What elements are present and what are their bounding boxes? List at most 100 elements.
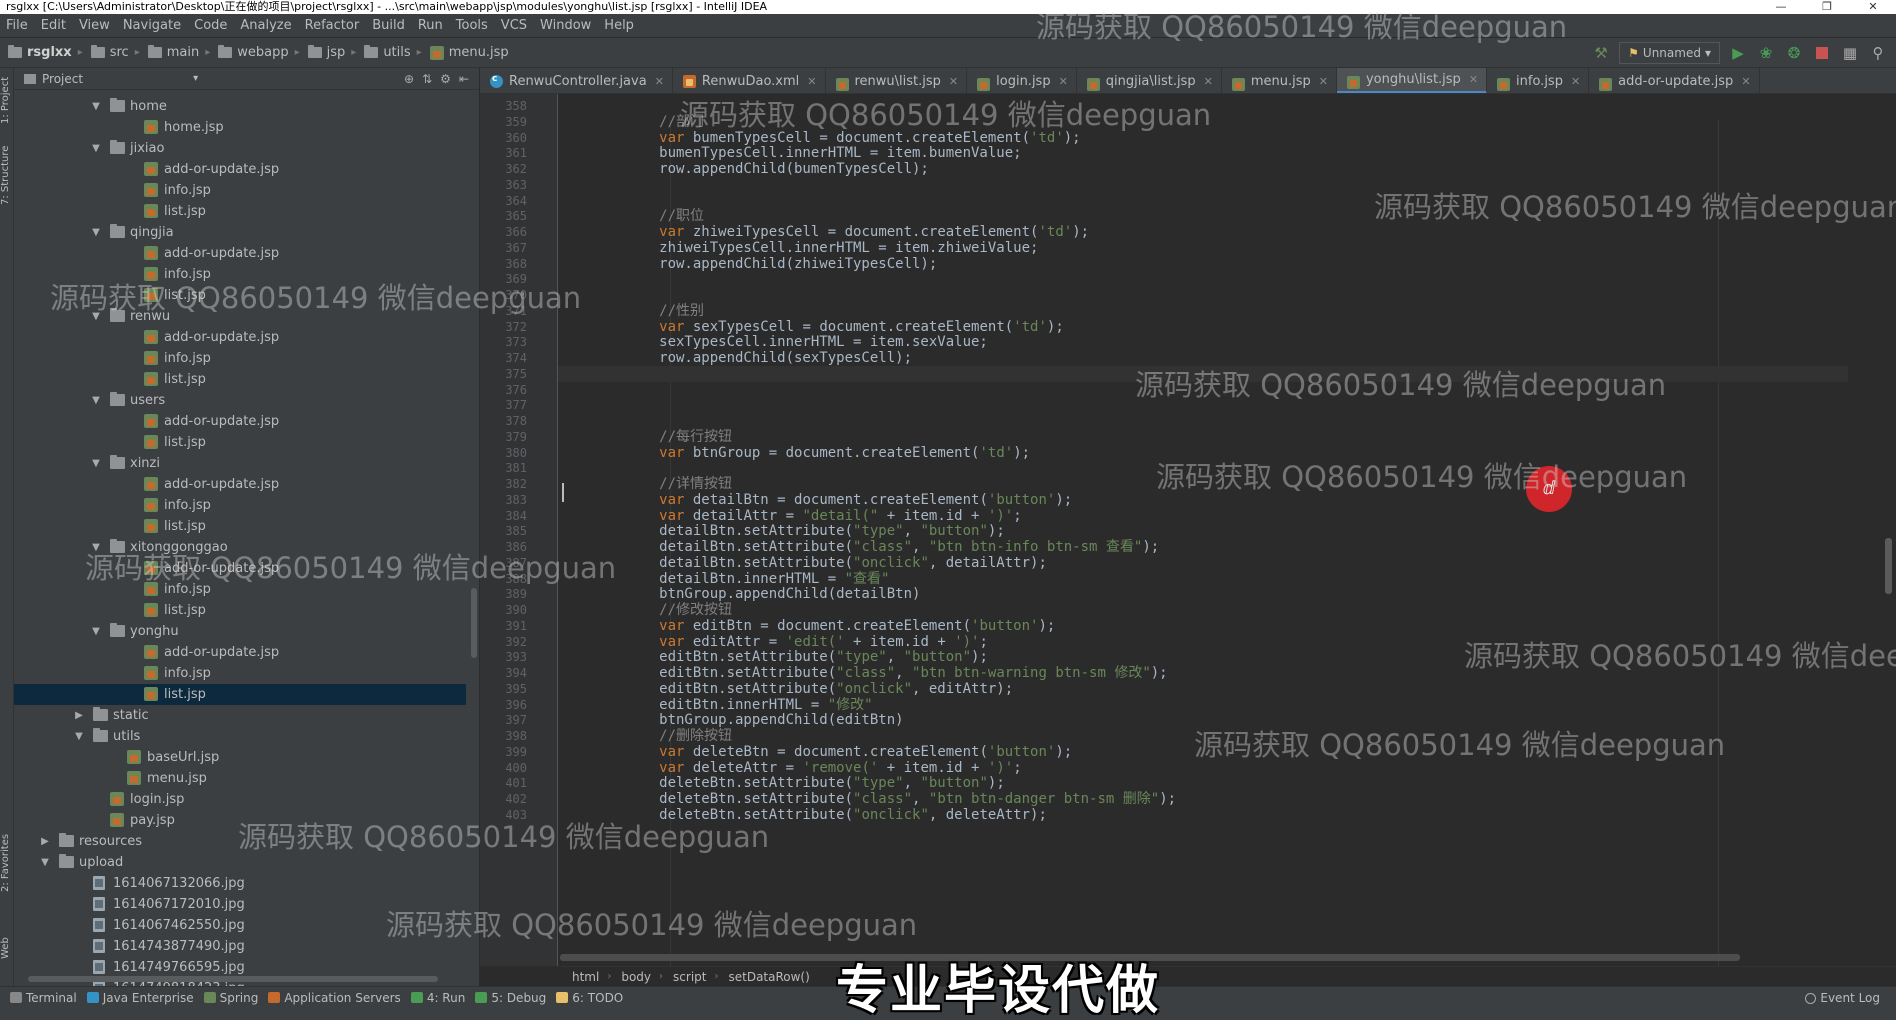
close-tab-icon[interactable]: ✕	[949, 75, 958, 88]
tree-file[interactable]: baseUrl.jsp	[14, 747, 466, 768]
tree-file[interactable]: list.jsp	[14, 684, 466, 705]
menu-item-build[interactable]: Build	[366, 18, 412, 33]
code-line[interactable]: var detailAttr = "detail(" + item.id + '…	[558, 508, 1848, 524]
build-icon[interactable]: ⚒	[1591, 43, 1611, 63]
close-tab-icon[interactable]: ✕	[655, 75, 664, 88]
menu-item-view[interactable]: View	[73, 18, 117, 33]
tool-button-application-servers[interactable]: Application Servers	[268, 991, 401, 1005]
code-line[interactable]	[558, 460, 1848, 476]
tree-file[interactable]: info.jsp	[14, 264, 466, 285]
code-line[interactable]: var deleteAttr = 'remove(' + item.id + '…	[558, 760, 1848, 776]
chevron-down-icon[interactable]: ▾	[193, 73, 198, 84]
menu-item-window[interactable]: Window	[534, 18, 598, 33]
code-line[interactable]: deleteBtn.setAttribute("onclick", delete…	[558, 807, 1848, 823]
editor-tab[interactable]: RenwuDao.xml ✕	[673, 68, 826, 93]
chevron-down-icon[interactable]: ▼	[90, 222, 102, 243]
close-icon[interactable]: ✕	[1850, 0, 1896, 14]
chevron-down-icon[interactable]: ▼	[90, 621, 102, 642]
tree-file[interactable]: menu.jsp	[14, 768, 466, 789]
editor-tab[interactable]: renwu\list.jsp ✕	[826, 68, 968, 93]
tool-button-java-enterprise[interactable]: Java Enterprise	[86, 991, 194, 1005]
code-line[interactable]: row.appendChild(bumenTypesCell);	[558, 161, 1848, 177]
code-line[interactable]: detailBtn.setAttribute("onclick", detail…	[558, 555, 1848, 571]
tree-file[interactable]: info.jsp	[14, 180, 466, 201]
tree-file[interactable]: add-or-update.jsp	[14, 327, 466, 348]
editor-tab[interactable]: login.jsp ✕	[967, 68, 1077, 93]
tree-file[interactable]: add-or-update.jsp	[14, 642, 466, 663]
tree-folder[interactable]: ▼ upload	[14, 852, 466, 873]
tree-file[interactable]: list.jsp	[14, 201, 466, 222]
side-tab-structure[interactable]: 7: Structure	[0, 140, 14, 210]
code-line[interactable]	[558, 397, 1848, 413]
editor-tab[interactable]: qingjia\list.jsp ✕	[1077, 68, 1222, 93]
menu-item-refactor[interactable]: Refactor	[299, 18, 367, 33]
tree-folder[interactable]: ▼ home	[14, 96, 466, 117]
code-line[interactable]: deleteBtn.setAttribute("type", "button")…	[558, 775, 1848, 791]
tree-file[interactable]: 1614067462550.jpg	[14, 915, 466, 936]
tree-file[interactable]: login.jsp	[14, 789, 466, 810]
code-line[interactable]	[558, 287, 1848, 303]
code-line[interactable]	[558, 413, 1848, 429]
editor-tab[interactable]: RenwuController.java ✕	[480, 68, 673, 93]
tool-button-spring[interactable]: Spring	[203, 991, 258, 1005]
chevron-right-icon[interactable]: ▶	[39, 831, 51, 852]
editor-tab[interactable]: info.jsp ✕	[1487, 68, 1590, 93]
code-line[interactable]: //性别	[558, 303, 1848, 319]
tree-folder[interactable]: ▼ users	[14, 390, 466, 411]
code-line[interactable]: btnGroup.appendChild(detailBtn)	[558, 586, 1848, 602]
project-tree[interactable]: ▼ home home.jsp ▼ jixiao add-or-update.jsp inf…	[14, 90, 479, 986]
side-tab-favorites[interactable]: 2: Favorites	[0, 828, 14, 898]
chevron-down-icon[interactable]: ▼	[39, 852, 51, 873]
close-tab-icon[interactable]: ✕	[1469, 73, 1478, 86]
close-tab-icon[interactable]: ✕	[1204, 75, 1213, 88]
chevron-down-icon[interactable]: ▼	[90, 96, 102, 117]
nav-crumb-rsglxx[interactable]: rsglxx ▸	[8, 45, 83, 60]
tree-file[interactable]: info.jsp	[14, 348, 466, 369]
project-vertical-scrollbar[interactable]	[471, 588, 477, 658]
tree-file[interactable]: add-or-update.jsp	[14, 159, 466, 180]
code-line[interactable]	[558, 177, 1848, 193]
nav-crumb-jsp[interactable]: jsp ▸	[307, 45, 356, 60]
tool-button-terminal[interactable]: Terminal	[10, 991, 77, 1005]
locate-icon[interactable]: ⊕	[404, 72, 414, 86]
code-line[interactable]	[558, 382, 1848, 398]
run-icon[interactable]: ▶	[1728, 43, 1748, 63]
tool-button-4-run[interactable]: 4: Run	[410, 991, 465, 1005]
hide-panel-icon[interactable]: ⇤	[459, 72, 469, 86]
nav-crumb-menu-jsp[interactable]: menu.jsp	[429, 45, 509, 60]
chevron-down-icon[interactable]: ▼	[90, 537, 102, 558]
menu-item-analyze[interactable]: Analyze	[234, 18, 298, 33]
nav-crumb-main[interactable]: main ▸	[147, 45, 210, 60]
tree-file[interactable]: add-or-update.jsp	[14, 558, 466, 579]
project-horizontal-scrollbar[interactable]	[28, 976, 438, 982]
project-structure-icon[interactable]: ▦	[1840, 43, 1860, 63]
menu-item-help[interactable]: Help	[598, 18, 641, 33]
tree-folder[interactable]: ▶ static	[14, 705, 466, 726]
tool-button-5-debug[interactable]: 5: Debug	[475, 991, 546, 1005]
tree-file[interactable]: list.jsp	[14, 285, 466, 306]
tree-file[interactable]: add-or-update.jsp	[14, 243, 466, 264]
code-line[interactable]: editBtn.setAttribute("type", "button");	[558, 649, 1848, 665]
tree-file[interactable]: pay.jsp	[14, 810, 466, 831]
code-line[interactable]: bumenTypesCell.innerHTML = item.bumenVal…	[558, 145, 1848, 161]
tree-folder[interactable]: ▼ xinzi	[14, 453, 466, 474]
code-line[interactable]: var deleteBtn = document.createElement('…	[558, 744, 1848, 760]
event-log-button[interactable]: Event Log	[1805, 987, 1880, 1009]
editor-tab[interactable]: menu.jsp ✕	[1222, 68, 1337, 93]
maximize-icon[interactable]: ❐	[1804, 0, 1850, 14]
close-tab-icon[interactable]: ✕	[1059, 75, 1068, 88]
code-line[interactable]: var sexTypesCell = document.createElemen…	[558, 319, 1848, 335]
chevron-down-icon[interactable]: ▼	[90, 390, 102, 411]
code-line[interactable]: //每行按钮	[558, 429, 1848, 445]
menu-item-run[interactable]: Run	[412, 18, 450, 33]
stop-icon[interactable]	[1812, 43, 1832, 63]
code-line[interactable]: editBtn.innerHTML = "修改"	[558, 697, 1848, 713]
tree-file[interactable]: list.jsp	[14, 432, 466, 453]
collapse-all-icon[interactable]: ⇅	[422, 72, 432, 86]
code-line[interactable]: //修改按钮	[558, 602, 1848, 618]
code-line[interactable]: //职位	[558, 208, 1848, 224]
menu-item-navigate[interactable]: Navigate	[117, 18, 188, 33]
tree-file[interactable]: info.jsp	[14, 495, 466, 516]
gear-icon[interactable]: ⚙	[440, 72, 451, 86]
project-view-select[interactable]: Project	[42, 72, 83, 86]
